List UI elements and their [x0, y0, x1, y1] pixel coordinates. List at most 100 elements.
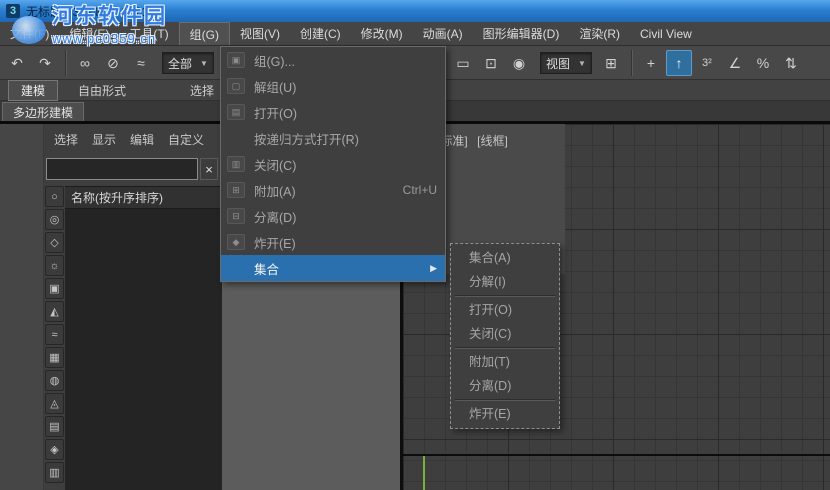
menu-bar: 文件(F) 编辑(E) 工具(T) 组(G) 视图(V) 创建(C) 修改(M)… [0, 22, 830, 46]
explode-icon: ◆ [227, 234, 245, 250]
display-frozen-toggle[interactable]: ▥ [45, 462, 64, 483]
select-and-move-icon[interactable]: + [638, 50, 664, 76]
selection-filter-dropdown[interactable]: 全部 ▼ [162, 52, 214, 74]
bind-to-space-warp-icon[interactable]: ≈ [128, 50, 154, 76]
group-menu-item-open[interactable]: ▤ 打开(O) [221, 99, 445, 125]
menu-rendering[interactable]: 渲染(R) [569, 22, 630, 45]
assembly-item-assemble[interactable]: 集合(A) [451, 246, 559, 270]
polygon-modeling-tab[interactable]: 多边形建模 [2, 102, 85, 121]
display-space-warps-toggle[interactable]: ≈ [45, 324, 64, 345]
spinner-snap-icon[interactable]: ⇅ [778, 50, 804, 76]
ribbon-tab-selection[interactable]: 选择 [178, 81, 226, 100]
group-menu-item-explode[interactable]: ◆ 炸开(E) [221, 229, 445, 255]
viewport-label-bar: [标准] [线框] [437, 132, 513, 150]
toolbar-separator [65, 50, 67, 76]
menu-graph-editors[interactable]: 图形编辑器(D) [473, 22, 570, 45]
explorer-sort-header[interactable]: 名称(按升序排序) [65, 186, 222, 209]
shading-mode-label[interactable]: [线框] [477, 132, 508, 149]
menu-separator [455, 295, 555, 297]
snaps-toggle-icon[interactable]: 3² [694, 50, 720, 76]
menu-civil-view[interactable]: Civil View [630, 22, 702, 45]
assembly-item-disassemble[interactable]: 分解(I) [451, 270, 559, 294]
explorer-menu-select[interactable]: 选择 [54, 131, 78, 148]
grid-x-axis [403, 454, 830, 456]
group-menu-item-open-recursively[interactable]: 按递归方式打开(R) [221, 125, 445, 151]
display-none-toggle[interactable]: ○ [45, 186, 64, 207]
display-shapes-toggle[interactable]: ◇ [45, 232, 64, 253]
group-menu-item-close[interactable]: ▥ 关闭(C) [221, 151, 445, 177]
left-gutter [0, 124, 44, 490]
display-lights-toggle[interactable]: ☼ [45, 255, 64, 276]
percent-snap-icon[interactable]: % [750, 50, 776, 76]
menu-animation[interactable]: 动画(A) [413, 22, 473, 45]
group-dropdown-menu: ▣ 组(G)... ▢ 解组(U) ▤ 打开(O) 按递归方式打开(R) ▥ 关… [220, 46, 446, 282]
display-bones-toggle[interactable]: ◬ [45, 393, 64, 414]
menu-edit[interactable]: 编辑(E) [59, 22, 119, 45]
select-and-manipulate-icon[interactable]: ↑ [665, 50, 692, 76]
blank-icon [227, 130, 245, 146]
angle-snap-icon[interactable]: ∠ [722, 50, 748, 76]
menu-item-label: 按递归方式打开(R) [254, 132, 359, 147]
named-selection-sets-value: 视图 [546, 56, 571, 71]
menu-item-label: 解组(U) [254, 80, 297, 95]
menu-item-label: 集合 [254, 262, 280, 277]
open-group-icon: ▤ [227, 104, 245, 120]
group-menu-item-ungroup[interactable]: ▢ 解组(U) [221, 73, 445, 99]
redo-icon[interactable]: ↷ [32, 50, 58, 76]
search-input[interactable] [46, 158, 198, 180]
display-cameras-toggle[interactable]: ▣ [45, 278, 64, 299]
group-icon: ▣ [227, 52, 245, 68]
menu-item-shortcut: Ctrl+U [402, 183, 437, 197]
title-bar: 3 无标题 - 3ds Max 2021 [0, 0, 830, 22]
menu-create[interactable]: 创建(C) [290, 22, 351, 45]
menu-separator [455, 347, 555, 349]
ungroup-icon: ▢ [227, 78, 245, 94]
assembly-item-attach[interactable]: 附加(T) [451, 350, 559, 374]
unlink-selection-icon[interactable]: ⊘ [100, 50, 126, 76]
group-menu-item-detach[interactable]: ⊟ 分离(D) [221, 203, 445, 229]
undo-icon[interactable]: ↶ [4, 50, 30, 76]
menu-item-label: 关闭(C) [254, 158, 297, 173]
menu-tools[interactable]: 工具(T) [119, 22, 178, 45]
display-materials-toggle[interactable]: ◈ [45, 439, 64, 460]
window-crossing-icon[interactable]: ⊡ [478, 50, 504, 76]
menu-modifiers[interactable]: 修改(M) [351, 22, 413, 45]
menu-file[interactable]: 文件(F) [0, 22, 59, 45]
assembly-item-detach[interactable]: 分离(D) [451, 374, 559, 398]
group-menu-item-assembly[interactable]: 集合 ▶ [221, 255, 445, 281]
rectangular-selection-region-icon[interactable]: ▭ [450, 50, 476, 76]
scene-explorer-menubar: 选择 显示 编辑 自定义 [44, 124, 222, 154]
selection-filter-value: 全部 [168, 56, 193, 71]
assembly-item-explode[interactable]: 炸开(E) [451, 402, 559, 426]
explorer-menu-edit[interactable]: 编辑 [130, 131, 154, 148]
explorer-object-list[interactable] [65, 209, 222, 490]
display-helpers-toggle[interactable]: ◭ [45, 301, 64, 322]
clear-search-button[interactable]: × [200, 158, 218, 180]
explorer-menu-customize[interactable]: 自定义 [168, 131, 204, 148]
menu-group[interactable]: 组(G) [178, 22, 230, 45]
menu-views[interactable]: 视图(V) [230, 22, 290, 45]
display-geometry-toggle[interactable]: ◎ [45, 209, 64, 230]
assembly-item-close[interactable]: 关闭(C) [451, 322, 559, 346]
chevron-down-icon: ▼ [200, 58, 208, 68]
group-menu-item-attach[interactable]: ⊞ 附加(A) Ctrl+U [221, 177, 445, 203]
paint-selection-region-icon[interactable]: ◉ [506, 50, 532, 76]
explorer-search-row: × [46, 158, 218, 180]
menu-item-label: 分离(D) [254, 210, 297, 225]
detach-icon: ⊟ [227, 208, 245, 224]
display-xrefs-toggle[interactable]: ◍ [45, 370, 64, 391]
explorer-menu-display[interactable]: 显示 [92, 131, 116, 148]
scene-explorer-panel: 选择 显示 编辑 自定义 × ○ ◎ ◇ ☼ ▣ ◭ ≈ ▦ ◍ ◬ ▤ ◈ ▥… [44, 124, 222, 490]
menu-item-label: 炸开(E) [254, 236, 296, 251]
group-menu-item-group[interactable]: ▣ 组(G)... [221, 47, 445, 73]
app-icon: 3 [6, 4, 20, 18]
ribbon-tab-modeling[interactable]: 建模 [8, 79, 59, 101]
ribbon-tab-freeform[interactable]: 自由形式 [66, 81, 138, 100]
assembly-item-open[interactable]: 打开(O) [451, 298, 559, 322]
select-and-link-icon[interactable]: ∞ [72, 50, 98, 76]
use-center-icon[interactable]: ⊞ [598, 50, 624, 76]
named-selection-sets-dropdown[interactable]: 视图 ▼ [540, 52, 592, 74]
display-containers-toggle[interactable]: ▤ [45, 416, 64, 437]
chevron-down-icon: ▼ [578, 58, 586, 68]
display-groups-toggle[interactable]: ▦ [45, 347, 64, 368]
